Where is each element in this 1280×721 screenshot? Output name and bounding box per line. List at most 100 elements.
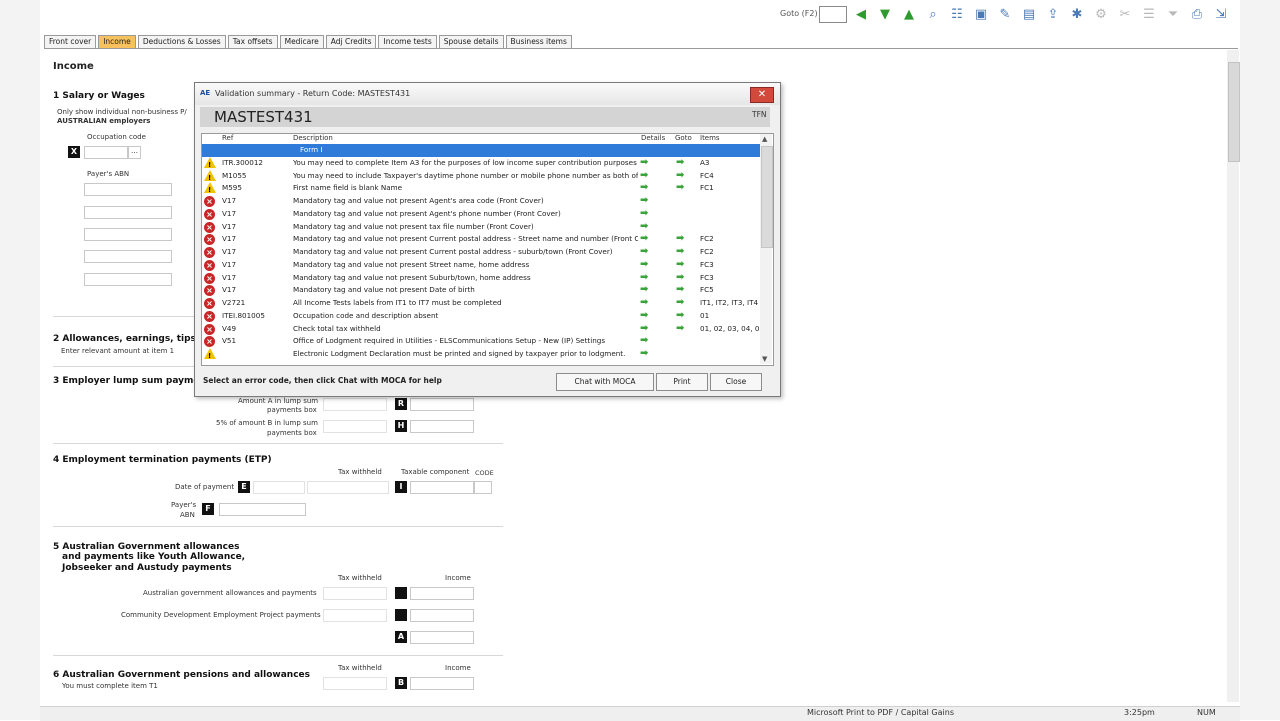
validation-row[interactable]: × V17 Mandatory tag and value not present … bbox=[202, 259, 760, 272]
validation-row[interactable]: ! M1055 You may need to include Taxpayer's… bbox=[202, 169, 760, 183]
print-icon[interactable]: ⎙ bbox=[1189, 7, 1205, 23]
details-arrow-icon[interactable]: ➡ bbox=[640, 310, 650, 321]
pension-income-input[interactable] bbox=[410, 677, 474, 690]
goto-arrow-icon[interactable]: ➡ bbox=[676, 259, 686, 270]
validation-row[interactable]: × V17 Mandatory tag and value not present … bbox=[202, 272, 760, 285]
goto-arrow-icon[interactable]: ➡ bbox=[676, 323, 686, 334]
tab-medicare[interactable]: Medicare bbox=[279, 35, 324, 48]
validation-row[interactable]: × V17 Mandatory tag and value not present … bbox=[202, 208, 760, 221]
grid-group-header[interactable]: Form I bbox=[202, 144, 760, 157]
goto-arrow-icon[interactable]: ➡ bbox=[676, 298, 686, 308]
validation-row[interactable]: × V17 Mandatory tag and value not present … bbox=[202, 221, 760, 234]
details-arrow-icon[interactable]: ➡ bbox=[640, 170, 650, 181]
goto-arrow-icon[interactable]: ➡ bbox=[676, 247, 686, 257]
details-arrow-icon[interactable]: ➡ bbox=[640, 234, 650, 244]
details-arrow-icon[interactable]: ➡ bbox=[640, 157, 650, 168]
goto-arrow-icon[interactable]: ➡ bbox=[676, 183, 686, 193]
tab-spouse-details[interactable]: Spouse details bbox=[438, 35, 504, 48]
settings-icon[interactable]: ✱ bbox=[1069, 7, 1085, 23]
details-arrow-icon[interactable]: ➡ bbox=[640, 183, 650, 193]
grid-scrollbar-thumb[interactable] bbox=[761, 146, 773, 248]
validation-row[interactable]: ! ITR.300012 You may need to complete Item… bbox=[202, 156, 760, 170]
chat-with-moca-button[interactable]: Chat with MOCA bbox=[556, 373, 654, 391]
tab-front-cover[interactable]: Front cover bbox=[44, 35, 97, 48]
tab-adj-credits[interactable]: Adj Credits bbox=[325, 35, 377, 48]
export-icon[interactable]: ⇪ bbox=[1045, 7, 1061, 23]
etp-tax-withheld-input[interactable] bbox=[307, 481, 389, 494]
details-arrow-icon[interactable]: ➡ bbox=[640, 272, 650, 283]
goto-arrow-icon[interactable]: ➡ bbox=[676, 272, 686, 283]
goto-arrow-icon[interactable]: ➡ bbox=[676, 234, 686, 244]
tools-icon[interactable]: ⚙ bbox=[1093, 7, 1109, 23]
payer-abn-input-2[interactable] bbox=[84, 206, 172, 219]
pension-tax-input[interactable] bbox=[323, 677, 387, 690]
details-arrow-icon[interactable]: ➡ bbox=[640, 285, 650, 295]
validation-row[interactable]: × V49 Check total tax withheld ➡ ➡ 01, 02, 03… bbox=[202, 323, 760, 336]
amount-a-income-input[interactable] bbox=[410, 631, 474, 644]
gov-allowances-tax-input[interactable] bbox=[323, 587, 387, 600]
exit-icon[interactable]: ⇲ bbox=[1213, 7, 1229, 23]
validation-row[interactable]: × V51 Office of Lodgment required in Utili… bbox=[202, 335, 760, 348]
list-icon[interactable]: ☰ bbox=[1141, 7, 1157, 23]
back-icon[interactable]: ◀ bbox=[853, 7, 869, 23]
validation-row[interactable]: × V17 Mandatory tag and value not present … bbox=[202, 233, 760, 246]
down-icon[interactable]: ▼ bbox=[877, 7, 893, 23]
cdep-tax-input[interactable] bbox=[323, 609, 387, 622]
occupation-code-input[interactable] bbox=[84, 146, 128, 159]
grid-scroll-down-icon[interactable]: ▼ bbox=[762, 355, 767, 363]
main-scrollbar-thumb[interactable] bbox=[1228, 62, 1240, 162]
payer-abn-input-4[interactable] bbox=[84, 250, 172, 263]
amount-b-input[interactable] bbox=[323, 420, 387, 433]
details-arrow-icon[interactable]: ➡ bbox=[640, 221, 650, 232]
dialog-close-button[interactable]: ✕ bbox=[750, 87, 774, 103]
cut-icon[interactable]: ✂ bbox=[1117, 7, 1133, 23]
chart-icon[interactable]: ▤ bbox=[1021, 7, 1037, 23]
payer-abn-input-1[interactable] bbox=[84, 183, 172, 196]
validation-row[interactable]: × ITEI.801005 Occupation code and descript… bbox=[202, 310, 760, 323]
goto-input[interactable] bbox=[819, 6, 847, 23]
goto-arrow-icon[interactable]: ➡ bbox=[676, 310, 686, 321]
details-arrow-icon[interactable]: ➡ bbox=[640, 259, 650, 270]
gov-allowances-income-input[interactable] bbox=[410, 587, 474, 600]
amount-h-input[interactable] bbox=[410, 420, 474, 433]
etp-code-input[interactable] bbox=[474, 481, 492, 494]
tab-deductions-losses[interactable]: Deductions & Losses bbox=[137, 35, 226, 48]
goto-arrow-icon[interactable]: ➡ bbox=[676, 285, 686, 295]
details-arrow-icon[interactable]: ➡ bbox=[640, 323, 650, 334]
tab-tax-offsets[interactable]: Tax offsets bbox=[227, 35, 278, 48]
cdep-income-input[interactable] bbox=[410, 609, 474, 622]
validation-row[interactable]: × V17 Mandatory tag and value not present … bbox=[202, 195, 760, 208]
grid-scroll-up-icon[interactable]: ▲ bbox=[762, 135, 767, 143]
details-arrow-icon[interactable]: ➡ bbox=[640, 349, 650, 359]
edit-icon[interactable]: ✎ bbox=[997, 7, 1013, 23]
tree-icon[interactable]: ☷ bbox=[949, 7, 965, 23]
details-arrow-icon[interactable]: ➡ bbox=[640, 336, 650, 346]
goto-arrow-icon[interactable]: ➡ bbox=[676, 170, 686, 181]
tab-income-tests[interactable]: Income tests bbox=[378, 35, 437, 48]
payer-abn-input-3[interactable] bbox=[84, 228, 172, 241]
validation-row[interactable]: × V2721 All Income Tests labels from IT1 t… bbox=[202, 297, 760, 310]
etp-payer-abn-input[interactable] bbox=[219, 503, 306, 516]
filter-icon[interactable]: ⏷ bbox=[1165, 7, 1181, 23]
date-of-payment-input[interactable] bbox=[253, 481, 305, 494]
print-button[interactable]: Print bbox=[656, 373, 708, 391]
amount-r-input[interactable] bbox=[410, 398, 474, 411]
details-arrow-icon[interactable]: ➡ bbox=[640, 298, 650, 308]
details-arrow-icon[interactable]: ➡ bbox=[640, 196, 650, 206]
occupation-lookup-button[interactable]: … bbox=[128, 146, 141, 159]
find-icon[interactable]: ⌕ bbox=[925, 7, 941, 23]
payer-abn-input-5[interactable] bbox=[84, 273, 172, 286]
details-arrow-icon[interactable]: ➡ bbox=[640, 247, 650, 257]
tab-income[interactable]: Income bbox=[98, 35, 136, 48]
validation-row[interactable]: × V17 Mandatory tag and value not present … bbox=[202, 246, 760, 259]
validation-row[interactable]: ! M595 First name field is blank Name ➡ ➡ FC1 bbox=[202, 182, 760, 195]
validation-row[interactable]: × V17 Mandatory tag and value not present … bbox=[202, 284, 760, 297]
taxable-component-input[interactable] bbox=[410, 481, 474, 494]
tab-business-items[interactable]: Business items bbox=[505, 35, 572, 48]
save-icon[interactable]: ▣ bbox=[973, 7, 989, 23]
amount-a-input[interactable] bbox=[323, 398, 387, 411]
up-icon[interactable]: ▲ bbox=[901, 7, 917, 23]
validation-row[interactable]: ! Electronic Lodgment Declaration must be… bbox=[202, 348, 760, 361]
goto-arrow-icon[interactable]: ➡ bbox=[676, 157, 686, 168]
details-arrow-icon[interactable]: ➡ bbox=[640, 208, 650, 219]
